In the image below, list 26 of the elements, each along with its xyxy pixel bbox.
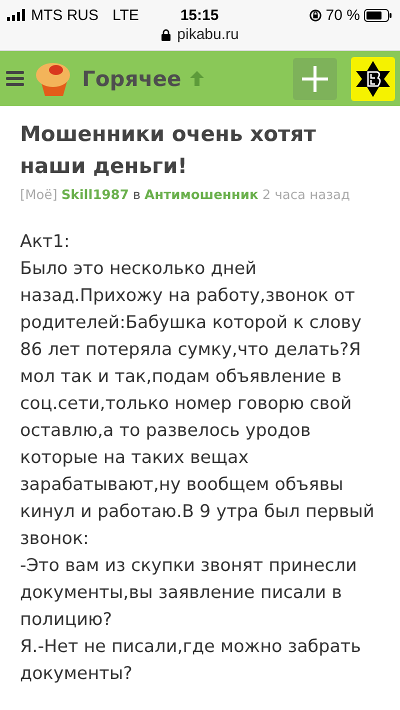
section-title[interactable]: Горячее	[82, 66, 182, 90]
arrow-up-icon[interactable]	[189, 70, 206, 87]
rotation-lock-icon	[308, 8, 322, 22]
menu-icon[interactable]	[6, 71, 24, 86]
lock-icon	[161, 28, 172, 40]
battery-icon	[364, 8, 392, 22]
post-paragraph: Было это несколько дней назад.Прихожу на работу,звонок от родителей:Бабушка которой к слову 86 лет потеряла сумку,что делать?Я мол так и так,подам объявление в соц.сети,только номер говорю свой оставлю,а то развелось уродов которые на таких вещах зарабатывают,ну вообщем объявы кинул и работаю.В 9 утра был первый звонок:	[20, 258, 376, 551]
battery-percent: 70 %	[326, 6, 360, 24]
clock: 15:15	[180, 6, 219, 24]
post-paragraph: -Это вам из скупки звонят принесли документы,вы заявление писали в полицию?	[20, 555, 358, 632]
author-link[interactable]: Skill1987	[61, 188, 129, 203]
post-tag: [Моё]	[20, 188, 58, 203]
network-type: LTE	[112, 6, 139, 24]
carrier-name: MTS RUS	[31, 6, 98, 24]
post-title[interactable]: Мошенники очень хотят наши деньги!	[20, 118, 380, 182]
post-paragraph: Я.-Нет не писали,где можно забрать документы?	[20, 636, 362, 686]
community-link[interactable]: Антимошенник	[144, 188, 258, 203]
star-avatar-icon	[353, 58, 393, 98]
post-paragraph: Акт1:	[20, 231, 71, 254]
post-time: 2 часа назад	[262, 188, 350, 203]
plus-icon	[302, 66, 328, 92]
add-button[interactable]	[293, 58, 337, 100]
preposition-text: в	[132, 188, 141, 203]
avatar[interactable]	[351, 56, 395, 100]
url-text[interactable]: pikabu.ru	[177, 26, 239, 43]
signal-icon	[7, 9, 27, 21]
